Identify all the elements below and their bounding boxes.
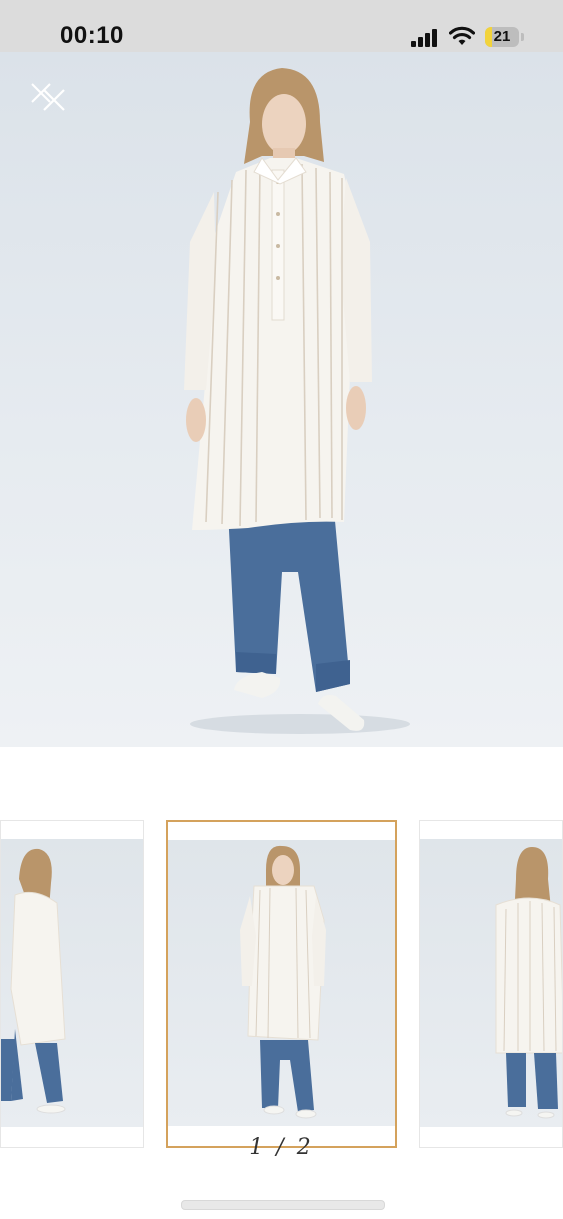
main-product-photo[interactable]: [0, 52, 563, 747]
battery-cap: [521, 33, 524, 41]
thumbnail-front-view[interactable]: [166, 820, 397, 1148]
model-back-illustration: [495, 847, 562, 1119]
page-indicator: 1 / 2: [249, 1135, 314, 1160]
close-icon: [31, 83, 65, 111]
status-time: 00:10: [60, 22, 124, 49]
thumbnail-photo: [1, 839, 143, 1127]
status-bar: 00:10 21: [0, 0, 563, 52]
wifi-icon: [449, 26, 475, 45]
thumbnail-photo: [168, 840, 395, 1126]
model-illustration: [184, 68, 410, 734]
cellular-signal-icon: [411, 27, 439, 47]
close-button[interactable]: [26, 78, 70, 118]
battery-percent: 21: [493, 28, 511, 45]
battery-icon: 21: [485, 27, 519, 47]
model-side-illustration: [1, 848, 66, 1114]
thumbnail-back-view[interactable]: [419, 820, 563, 1148]
thumbnail-side-view[interactable]: [0, 820, 144, 1148]
thumbnail-photo: [420, 839, 562, 1127]
model-front-illustration: [240, 845, 326, 1119]
home-indicator[interactable]: [181, 1200, 385, 1210]
